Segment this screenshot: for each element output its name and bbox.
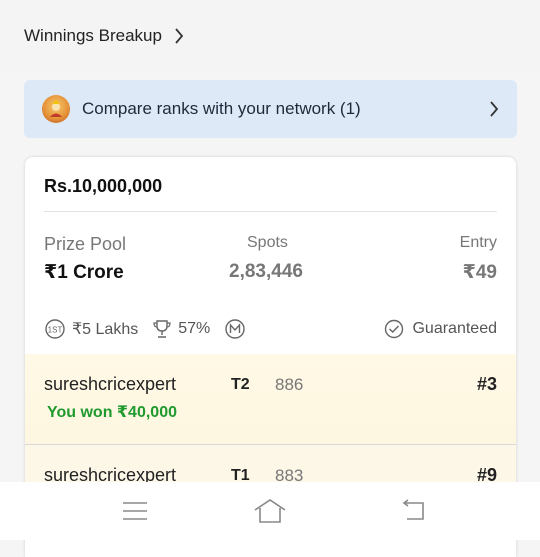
trophy-icon — [153, 320, 171, 338]
win-percent-value: 57% — [178, 320, 211, 337]
prize-amount: Rs.10,000,000 — [44, 176, 163, 196]
winnings-breakup-label: Winnings Breakup — [24, 26, 162, 45]
system-nav-bar — [0, 482, 540, 540]
svg-text:1ST: 1ST — [48, 326, 63, 335]
prize-pool-label: Prize Pool — [44, 234, 127, 254]
back-icon[interactable] — [395, 494, 431, 528]
first-prize-value: ₹5 Lakhs — [72, 321, 139, 338]
contest-meta-row: 1ST ₹5 Lakhs 57% Guaranteed — [44, 317, 497, 341]
first-prize: 1ST ₹5 Lakhs — [44, 318, 138, 340]
multi-entry — [224, 318, 252, 340]
win-percent: 57% — [152, 319, 210, 339]
points-value: 886 — [275, 375, 304, 394]
username: sureshcricexpert — [44, 374, 177, 394]
menu-icon[interactable] — [117, 494, 153, 528]
first-prize-icon: 1ST — [45, 319, 65, 339]
chevron-right-icon — [174, 28, 184, 44]
compare-ranks-label: Compare ranks with your network (1) — [82, 99, 361, 118]
rank-value: #3 — [476, 374, 497, 394]
guaranteed-label: Guaranteed — [412, 320, 497, 337]
winning-text: You won ₹40,000 — [47, 404, 177, 421]
chevron-right-icon — [489, 101, 499, 117]
home-icon[interactable] — [252, 494, 288, 528]
spots-value: 2,83,446 — [229, 261, 303, 282]
divider — [44, 211, 497, 212]
spots-label: Spots — [247, 234, 288, 251]
prize-pool-value: ₹1 Crore — [44, 262, 124, 283]
compare-ranks-banner[interactable]: Compare ranks with your network (1) — [24, 80, 517, 138]
top-bar: Winnings Breakup — [0, 0, 540, 70]
multi-entry-icon — [225, 319, 245, 339]
leaderboard-row[interactable]: sureshcricexpert You won ₹40,000 T2 886 … — [25, 354, 516, 444]
guaranteed-badge: Guaranteed — [384, 319, 497, 339]
entry-value: ₹49 — [462, 262, 497, 283]
deity-avatar-icon — [42, 95, 70, 123]
entry-label: Entry — [459, 234, 497, 251]
winnings-breakup-link[interactable]: Winnings Breakup — [24, 26, 184, 46]
check-circle-icon — [385, 319, 404, 339]
team-label: T2 — [231, 376, 250, 393]
